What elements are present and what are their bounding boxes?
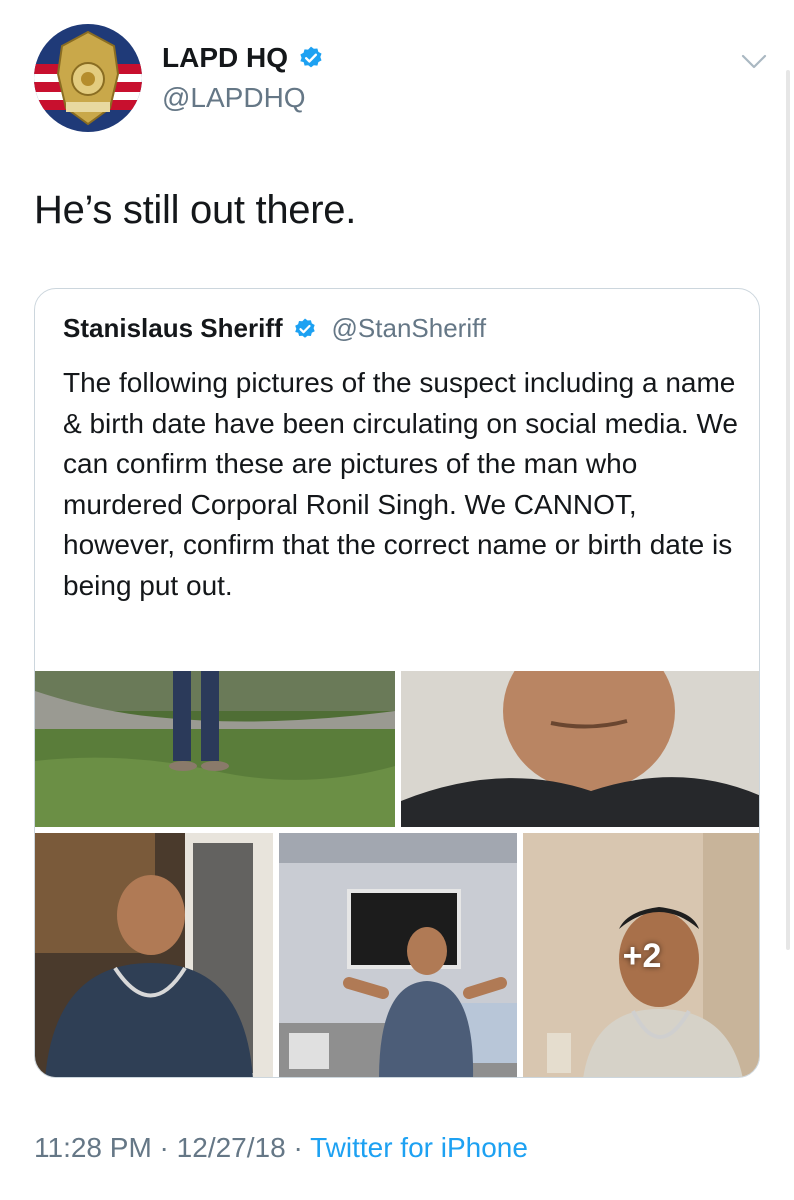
- quoted-tweet[interactable]: Stanislaus Sheriff @StanSheriff The foll…: [34, 288, 760, 1078]
- footer-separator: ·: [285, 1132, 311, 1163]
- verified-badge-icon: [295, 318, 315, 338]
- tweet-date[interactable]: 12/27/18: [177, 1132, 286, 1163]
- lapd-badge-icon: [34, 24, 142, 132]
- quoted-tweet-text: The following pictures of the suspect in…: [63, 367, 738, 601]
- chevron-down-icon[interactable]: [740, 52, 768, 72]
- tweet-source-link[interactable]: Twitter for iPhone: [310, 1132, 528, 1163]
- photo-garden[interactable]: [35, 671, 395, 827]
- tweet-header: LAPD HQ @LAPDHQ: [34, 24, 774, 134]
- tweet-text: He’s still out there.: [34, 188, 357, 232]
- footer-separator: ·: [151, 1132, 177, 1163]
- photo-room[interactable]: [279, 833, 517, 1077]
- photo-grid: +2: [35, 671, 759, 1077]
- photo-doorway[interactable]: [35, 833, 273, 1077]
- more-photos-overlay[interactable]: +2: [523, 833, 759, 1077]
- scrollbar[interactable]: [786, 70, 790, 950]
- tweet-footer: 11:28 PM · 12/27/18 · Twitter for iPhone: [34, 1132, 528, 1164]
- tweet-time[interactable]: 11:28 PM: [34, 1132, 152, 1163]
- photo-closeup[interactable]: [401, 671, 759, 827]
- quoted-tweet-header: Stanislaus Sheriff @StanSheriff: [63, 313, 486, 344]
- photo-glass[interactable]: +2: [523, 833, 759, 1077]
- quoted-display-name: Stanislaus Sheriff: [63, 313, 283, 343]
- avatar[interactable]: [34, 24, 142, 132]
- verified-badge-icon: [300, 46, 322, 68]
- account-names: LAPD HQ @LAPDHQ: [162, 42, 324, 114]
- handle[interactable]: @LAPDHQ: [162, 82, 324, 114]
- quoted-handle: @StanSheriff: [331, 313, 487, 343]
- display-name[interactable]: LAPD HQ: [162, 42, 288, 74]
